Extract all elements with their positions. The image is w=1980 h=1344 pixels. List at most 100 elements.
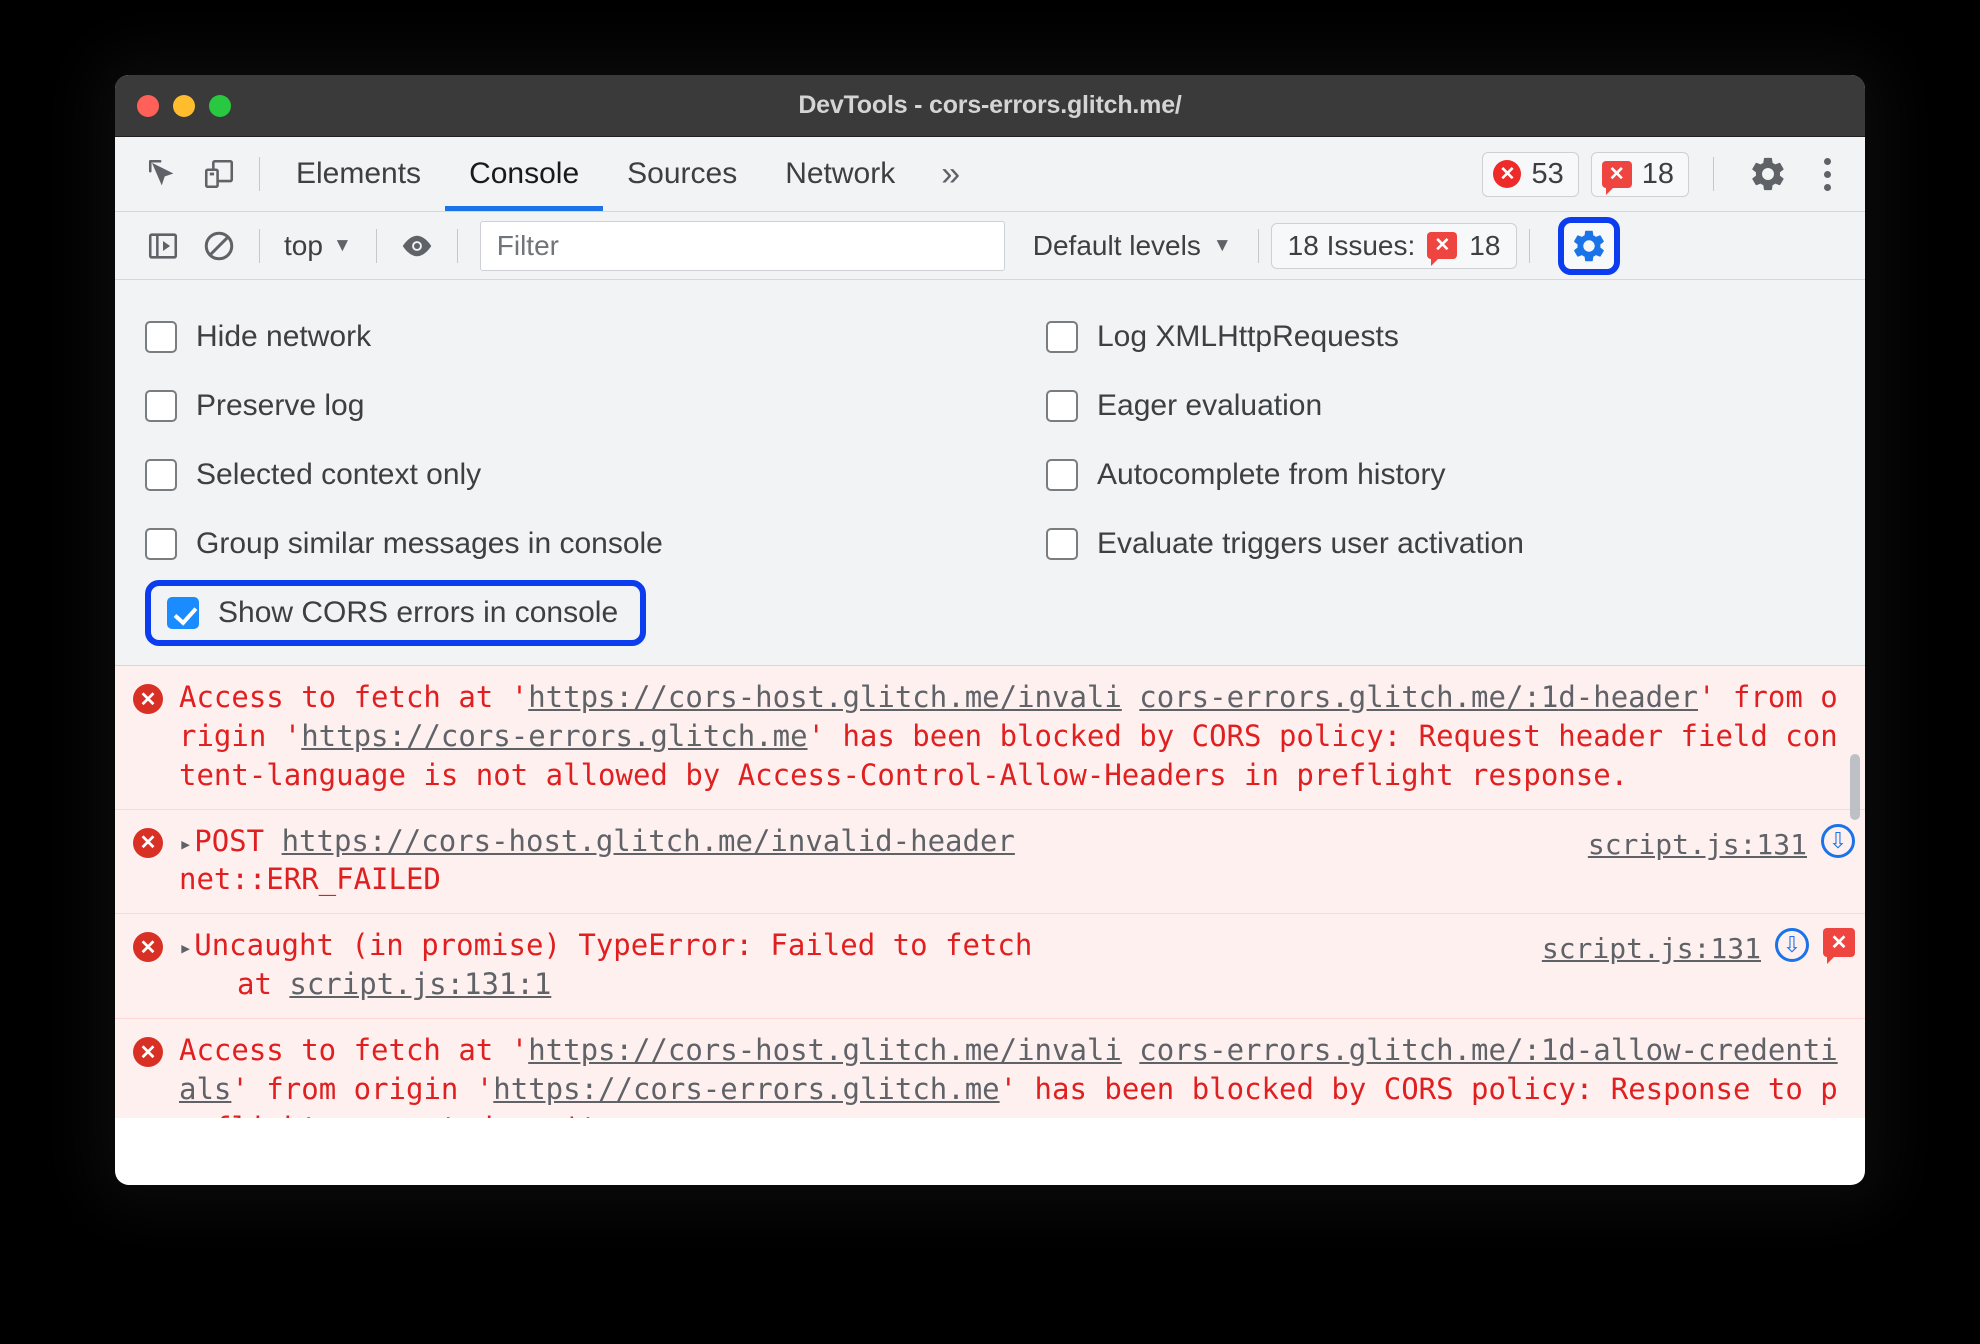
checkbox-icon-selected-context-only[interactable]: [145, 458, 177, 491]
issue-bubble-icon[interactable]: ✕: [1823, 928, 1855, 965]
javascript-context-selector[interactable]: top ▼: [272, 230, 364, 262]
setting-eager-evaluation[interactable]: Eager evaluation: [1046, 371, 1865, 440]
setting-label-group-similar: Group similar messages in console: [196, 526, 663, 560]
tabbar-divider: [259, 157, 260, 191]
setting-show-cors-errors[interactable]: Show CORS errors in console: [145, 579, 647, 646]
setting-label-show-cors-errors: Show CORS errors in console: [218, 595, 619, 629]
screenshot-root: DevTools - cors-errors.glitch.me/ Elemen…: [0, 0, 1980, 1344]
setting-label-preserve-log: Preserve log: [196, 388, 365, 422]
error-circle-icon: ✕: [1493, 160, 1522, 188]
issue-count-label: 18: [1641, 157, 1674, 190]
console-messages[interactable]: ✕ Access to fetch at 'https://cors-host.…: [115, 666, 1865, 1118]
error-count-label: 53: [1531, 157, 1564, 190]
inspect-cursor-icon[interactable]: [135, 148, 191, 200]
clear-console-icon[interactable]: [191, 220, 247, 272]
tab-elements[interactable]: Elements: [272, 137, 445, 211]
expand-triangle-icon[interactable]: ▸: [179, 936, 192, 961]
console-message-row[interactable]: ✕ Access to fetch at 'https://cors-host.…: [115, 666, 1865, 810]
setting-label-eager-evaluation: Eager evaluation: [1097, 388, 1323, 422]
more-tabs-icon[interactable]: »: [919, 155, 978, 194]
setting-group-similar-messages[interactable]: Group similar messages in console: [145, 509, 990, 578]
msg4-prefix: Access to fetch at ': [179, 1033, 529, 1068]
devtools-tabbar: Elements Console Sources Network » ✕ 53 …: [115, 137, 1865, 212]
checkbox-icon-eager-evaluation[interactable]: [1046, 389, 1078, 422]
chevron-down-icon-levels: ▼: [1212, 234, 1232, 256]
console-toolbar: top ▼ Filter Default levels ▼ 18 Issues:: [115, 212, 1865, 280]
tab-sources[interactable]: Sources: [603, 137, 761, 211]
msg3-stack-line: at script.js:131:1: [179, 965, 1532, 1004]
issue-bubble-icon-toolbar: ✕: [1427, 232, 1458, 266]
setting-label-hide-network: Hide network: [196, 319, 372, 353]
eye-icon[interactable]: [389, 220, 445, 272]
setting-autocomplete-from-history[interactable]: Autocomplete from history: [1046, 440, 1865, 509]
msg1-url-1[interactable]: https://cors-host.glitch.me/invali: [528, 680, 1122, 714]
msg4-rest: ' has been: [999, 1071, 1175, 1106]
ctoolbar-divider-5: [1529, 228, 1531, 263]
expand-triangle-icon[interactable]: ▸: [179, 832, 192, 857]
gear-icon[interactable]: [1740, 148, 1796, 200]
msg2-method: POST: [194, 823, 282, 858]
console-source-link[interactable]: script.js:131: [1588, 828, 1807, 861]
window-title: DevTools - cors-errors.glitch.me/: [798, 91, 1182, 119]
checkbox-icon-preserve-log[interactable]: [145, 389, 177, 422]
chevron-down-icon: ▼: [332, 234, 352, 256]
download-arrow-icon[interactable]: ⇩: [1821, 823, 1855, 858]
console-message-text: ▸POST https://cors-host.glitch.me/invali…: [179, 822, 1588, 900]
error-circle-icon: ✕: [133, 684, 163, 714]
checkbox-icon-evaluate-triggers[interactable]: [1046, 527, 1078, 560]
log-levels-selector[interactable]: Default levels ▼: [1019, 230, 1246, 262]
kebab-menu-icon[interactable]: [1806, 157, 1849, 191]
checkbox-icon-show-cors-errors[interactable]: [167, 596, 199, 629]
devtools-window: DevTools - cors-errors.glitch.me/ Elemen…: [115, 75, 1865, 1185]
setting-preserve-log[interactable]: Preserve log: [145, 371, 990, 440]
console-scrollbar-thumb[interactable]: [1850, 754, 1860, 820]
filter-input[interactable]: Filter: [479, 220, 1005, 271]
msg4-source-link[interactable]: cors-errors.glitch.me/:1: [1139, 1033, 1558, 1067]
msg4-url-2[interactable]: https://cors-errors.glitch.me: [493, 1072, 999, 1106]
console-message-row[interactable]: ✕ Access to fetch at 'https://cors-host.…: [115, 1019, 1865, 1118]
msg2-url[interactable]: https://cors-host.glitch.me/invalid-head…: [282, 824, 1015, 858]
setting-label-selected-context-only: Selected context only: [196, 457, 482, 491]
console-settings-button[interactable]: [1558, 216, 1621, 275]
msg1-source-link[interactable]: cors-errors.glitch.me/:1: [1139, 680, 1558, 714]
setting-label-log-xhr: Log XMLHttpRequests: [1097, 319, 1399, 353]
msg1-gap: [1122, 680, 1139, 714]
setting-selected-context-only[interactable]: Selected context only: [145, 440, 990, 509]
setting-evaluate-triggers-user-activation[interactable]: Evaluate triggers user activation: [1046, 509, 1865, 578]
issue-bubble-icon: ✕: [1601, 160, 1632, 195]
console-message-source-wrap: script.js:131 ⇩: [1588, 822, 1855, 900]
msg4-url-1[interactable]: https://cors-host.glitch.me/invali: [528, 1033, 1122, 1067]
console-message-row[interactable]: ✕ ▸Uncaught (in promise) TypeError: Fail…: [115, 914, 1865, 1020]
checkbox-icon-autocomplete[interactable]: [1046, 458, 1078, 491]
msg4-mid: ' from origin ': [231, 1071, 494, 1106]
settings-col-right: Log XMLHttpRequests Eager evaluation Aut…: [990, 302, 1865, 647]
checkbox-icon-hide-network[interactable]: [145, 320, 177, 353]
msg1-url-1-cont[interactable]: d-header: [1558, 680, 1698, 714]
checkbox-icon-log-xhr[interactable]: [1046, 320, 1078, 353]
console-message-row[interactable]: ✕ ▸POST https://cors-host.glitch.me/inva…: [115, 809, 1865, 915]
issues-button[interactable]: 18 Issues: ✕ 18: [1270, 222, 1518, 269]
settings-row-1: Hide network Preserve log Selected conte…: [115, 302, 1865, 647]
msg3-stack-link[interactable]: script.js:131:1: [289, 967, 551, 1001]
checkbox-icon-group-similar[interactable]: [145, 527, 177, 560]
issues-count-label: 18: [1469, 229, 1501, 261]
error-count-badge[interactable]: ✕ 53: [1482, 151, 1579, 197]
msg1-prefix: Access to fetch at ': [179, 680, 529, 714]
panel-tabs: Elements Console Sources Network: [272, 137, 919, 211]
setting-hide-network[interactable]: Hide network: [145, 302, 990, 371]
download-arrow-icon[interactable]: ⇩: [1775, 928, 1809, 963]
console-sidebar-icon[interactable]: [135, 220, 191, 272]
console-message-text: Access to fetch at 'https://cors-host.gl…: [179, 678, 1855, 795]
tab-console[interactable]: Console: [445, 137, 604, 211]
console-source-link[interactable]: script.js:131: [1542, 932, 1761, 965]
console-settings-panel: Hide network Preserve log Selected conte…: [115, 280, 1865, 666]
setting-log-xmlhttprequests[interactable]: Log XMLHttpRequests: [1046, 302, 1865, 371]
msg3-at: at: [237, 967, 290, 1002]
msg1-url-2[interactable]: https://cors-errors.glitch.me: [301, 719, 807, 753]
console-message-text: ▸Uncaught (in promise) TypeError: Failed…: [179, 926, 1542, 1004]
issue-count-badge[interactable]: ✕ 18: [1590, 151, 1689, 197]
ctoolbar-divider-3: [456, 228, 458, 263]
window-titlebar: DevTools - cors-errors.glitch.me/: [115, 75, 1865, 137]
tab-network[interactable]: Network: [761, 137, 919, 211]
device-toolbar-icon[interactable]: [191, 148, 247, 200]
